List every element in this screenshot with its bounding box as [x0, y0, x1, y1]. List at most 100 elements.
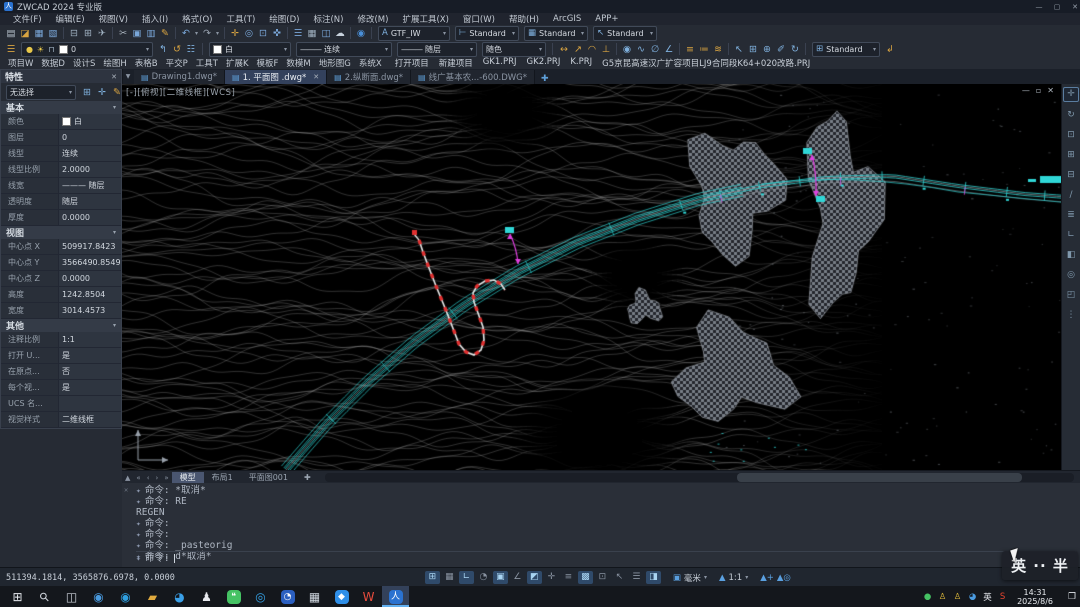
quick-select-icon[interactable]: ⊞ [80, 86, 94, 99]
new-file-icon[interactable]: ▤ [4, 27, 18, 40]
layer-properties-icon[interactable]: ☰ [4, 43, 18, 56]
mleader-style-select[interactable]: ↖ Standard▾ [593, 26, 657, 41]
open-project[interactable]: 打开项目 [390, 57, 434, 69]
prop-ucs-per-viewport-value[interactable]: 是 [58, 380, 121, 395]
drawing-viewport[interactable]: [-][俯视][二维线框][WCS] —▫✕ ✛↻⊡⊞⊟∕≣∟◧◎◰⋮ [122, 84, 1080, 470]
menu-project[interactable]: 项目W [4, 57, 37, 69]
nav-zoom-window-icon[interactable]: ⊡ [1064, 129, 1078, 142]
dim-baseline-icon[interactable]: ≡ [683, 43, 697, 56]
tray-qq-2-icon[interactable]: ♙ [950, 586, 965, 607]
window-close-icon[interactable]: ✕ [1066, 3, 1080, 11]
plot-preview-icon[interactable]: ⊞ [81, 27, 95, 40]
new-drawing-icon[interactable]: ✚ [541, 74, 549, 84]
grid-toggle[interactable]: ▦ [442, 571, 457, 584]
dynamic-input-toggle[interactable]: ☰ [629, 571, 644, 584]
copy-icon[interactable]: ▣ [130, 27, 144, 40]
layout-model[interactable]: 模型 [172, 472, 204, 484]
menu-edit[interactable]: 编辑(E) [49, 13, 92, 25]
open-file-icon[interactable]: ◪ [18, 27, 32, 40]
menu-template[interactable]: 模板F [253, 57, 283, 69]
text-style-select[interactable]: A GTF_IW▾ [378, 26, 450, 41]
selection-filter-select[interactable]: 无选择▾ [6, 85, 76, 100]
plot-icon[interactable]: ⊟ [67, 27, 81, 40]
menu-app-plus[interactable]: APP+ [588, 14, 625, 24]
drawing-canvas[interactable] [122, 84, 1080, 470]
osnap-toggle[interactable]: ▣ [493, 571, 508, 584]
table-style-select[interactable]: ▦ Standard▾ [524, 26, 588, 41]
layer-previous-icon[interactable]: ↺ [170, 43, 184, 56]
viewport-controls-label[interactable]: [-][俯视][二维线框][WCS] [126, 86, 235, 98]
lineweight-select[interactable]: ——— 随层▾ [397, 42, 477, 57]
dim-style-select[interactable]: ⊢ Standard▾ [455, 26, 519, 41]
menu-drawing[interactable]: 绘图H [99, 57, 130, 69]
menu-design[interactable]: 设计S [69, 57, 99, 69]
nav-ucs-icon[interactable]: ∟ [1064, 229, 1078, 242]
annotation-scale-select[interactable]: ▲ 1:1▾ [719, 573, 748, 583]
dim-jogged-icon[interactable]: ∿ [634, 43, 648, 56]
menu-terrain[interactable]: 地形图G [315, 57, 355, 69]
prj-gk1[interactable]: GK1.PRJ [478, 57, 522, 69]
otrack-toggle[interactable]: ◩ [527, 571, 542, 584]
scrollbar-thumb[interactable] [737, 473, 1022, 482]
dim-radius-icon[interactable]: ◉ [620, 43, 634, 56]
zwcad-icon[interactable]: 人 [382, 586, 409, 607]
command-collapse-icon[interactable]: ▲ [122, 474, 133, 482]
properties-close-icon[interactable]: ✕ [111, 73, 117, 81]
nav-more-icon[interactable]: ⋮ [1064, 309, 1078, 322]
quick-dim-icon[interactable]: ≋ [711, 43, 725, 56]
wps-icon[interactable]: W [355, 586, 382, 607]
tab-jiben[interactable]: ▤线广基本农...-600.DWG* [411, 70, 535, 84]
cursor-badge-toggle[interactable]: ↖ [612, 571, 627, 584]
make-object-layer-current-icon[interactable]: ↰ [156, 43, 170, 56]
menu-data[interactable]: 数据D [37, 57, 69, 69]
window-maximize-icon[interactable]: ▢ [1048, 3, 1066, 11]
dim-style-manager-icon[interactable]: ↲ [883, 43, 897, 56]
zoom-realtime-icon[interactable]: ◎ [242, 27, 256, 40]
task-view-icon[interactable]: ◫ [58, 586, 85, 607]
browser-360-icon[interactable]: ◉ [85, 586, 112, 607]
tab-zongduanmian[interactable]: ▤2.纵断面.dwg* [327, 70, 411, 84]
dim-edit-icon[interactable]: ✐ [774, 43, 788, 56]
qq-icon[interactable]: ♟ [193, 586, 220, 607]
nav-pan-icon[interactable]: ✛ [1063, 87, 1079, 102]
nav-steering-icon[interactable]: ◎ [1064, 269, 1078, 282]
window-minimize-icon[interactable]: — [1030, 3, 1048, 11]
dim-angular-icon[interactable]: ∠ [662, 43, 676, 56]
calculator-icon[interactable]: ▦ [301, 586, 328, 607]
prop-ucs-at-origin-value[interactable]: 否 [58, 364, 121, 379]
menu-extend[interactable]: 扩展K [222, 57, 253, 69]
nav-zoom-extents-icon[interactable]: ⊞ [1064, 149, 1078, 162]
polar-toggle[interactable]: ◔ [476, 571, 491, 584]
nav-clip-icon[interactable]: ◰ [1064, 289, 1078, 302]
command-window[interactable]: ✕ ✦命令: *取消*✦命令: REREGEN✦命令:✦命令:✦命令: _pas… [122, 483, 1080, 567]
zoom-extents-icon[interactable]: ✜ [270, 27, 284, 40]
dim-continue-icon[interactable]: ≔ [697, 43, 711, 56]
prop-color-value[interactable]: 白 [58, 114, 121, 129]
lineweight-display-toggle[interactable]: ≡ [561, 571, 576, 584]
layer-freeze-icon[interactable]: ☀ [36, 43, 45, 56]
menu-window[interactable]: 窗口(W) [456, 13, 502, 25]
clock-app-icon[interactable]: ◔ [274, 586, 301, 607]
layer-manager-icon[interactable]: ☰ [291, 27, 305, 40]
color-select[interactable]: 白▾ [209, 42, 291, 57]
notifications-icon[interactable]: ❐ [1060, 592, 1080, 602]
snap-toggle[interactable]: ⊞ [425, 571, 440, 584]
tim-icon[interactable]: ◆ [328, 586, 355, 607]
menu-format[interactable]: 格式(O) [175, 13, 219, 25]
select-objects-icon[interactable]: ✛ [95, 86, 109, 99]
menu-arcgis[interactable]: ArcGIS [546, 14, 588, 24]
prop-layer-value[interactable]: 0 [58, 130, 121, 145]
dynamic-ucs-toggle[interactable]: ✛ [544, 571, 559, 584]
prop-section-view[interactable]: 视图▾ [1, 226, 121, 239]
publish-icon[interactable]: ✈ [95, 27, 109, 40]
layer-select[interactable]: ●☀⊓ 0▾ [21, 42, 153, 57]
qq-music-icon[interactable]: ◎ [247, 586, 274, 607]
tab-pingmiantu[interactable]: ▤1. 平面图 .dwg*✕ [225, 70, 327, 84]
file-explorer-icon[interactable]: ▰ [139, 586, 166, 607]
viewport-restore-icon[interactable]: ▫ [1036, 86, 1041, 95]
qq-browser-icon[interactable]: ◕ [166, 586, 193, 607]
chevron-down-icon[interactable]: ▾ [113, 229, 116, 236]
zoom-window-icon[interactable]: ⊡ [256, 27, 270, 40]
prj-g5[interactable]: G5京昆高速汉广扩容项目LJ9合同段K64+020改路.PRJ [597, 57, 815, 69]
viewport-close-icon[interactable]: ✕ [1047, 86, 1054, 95]
